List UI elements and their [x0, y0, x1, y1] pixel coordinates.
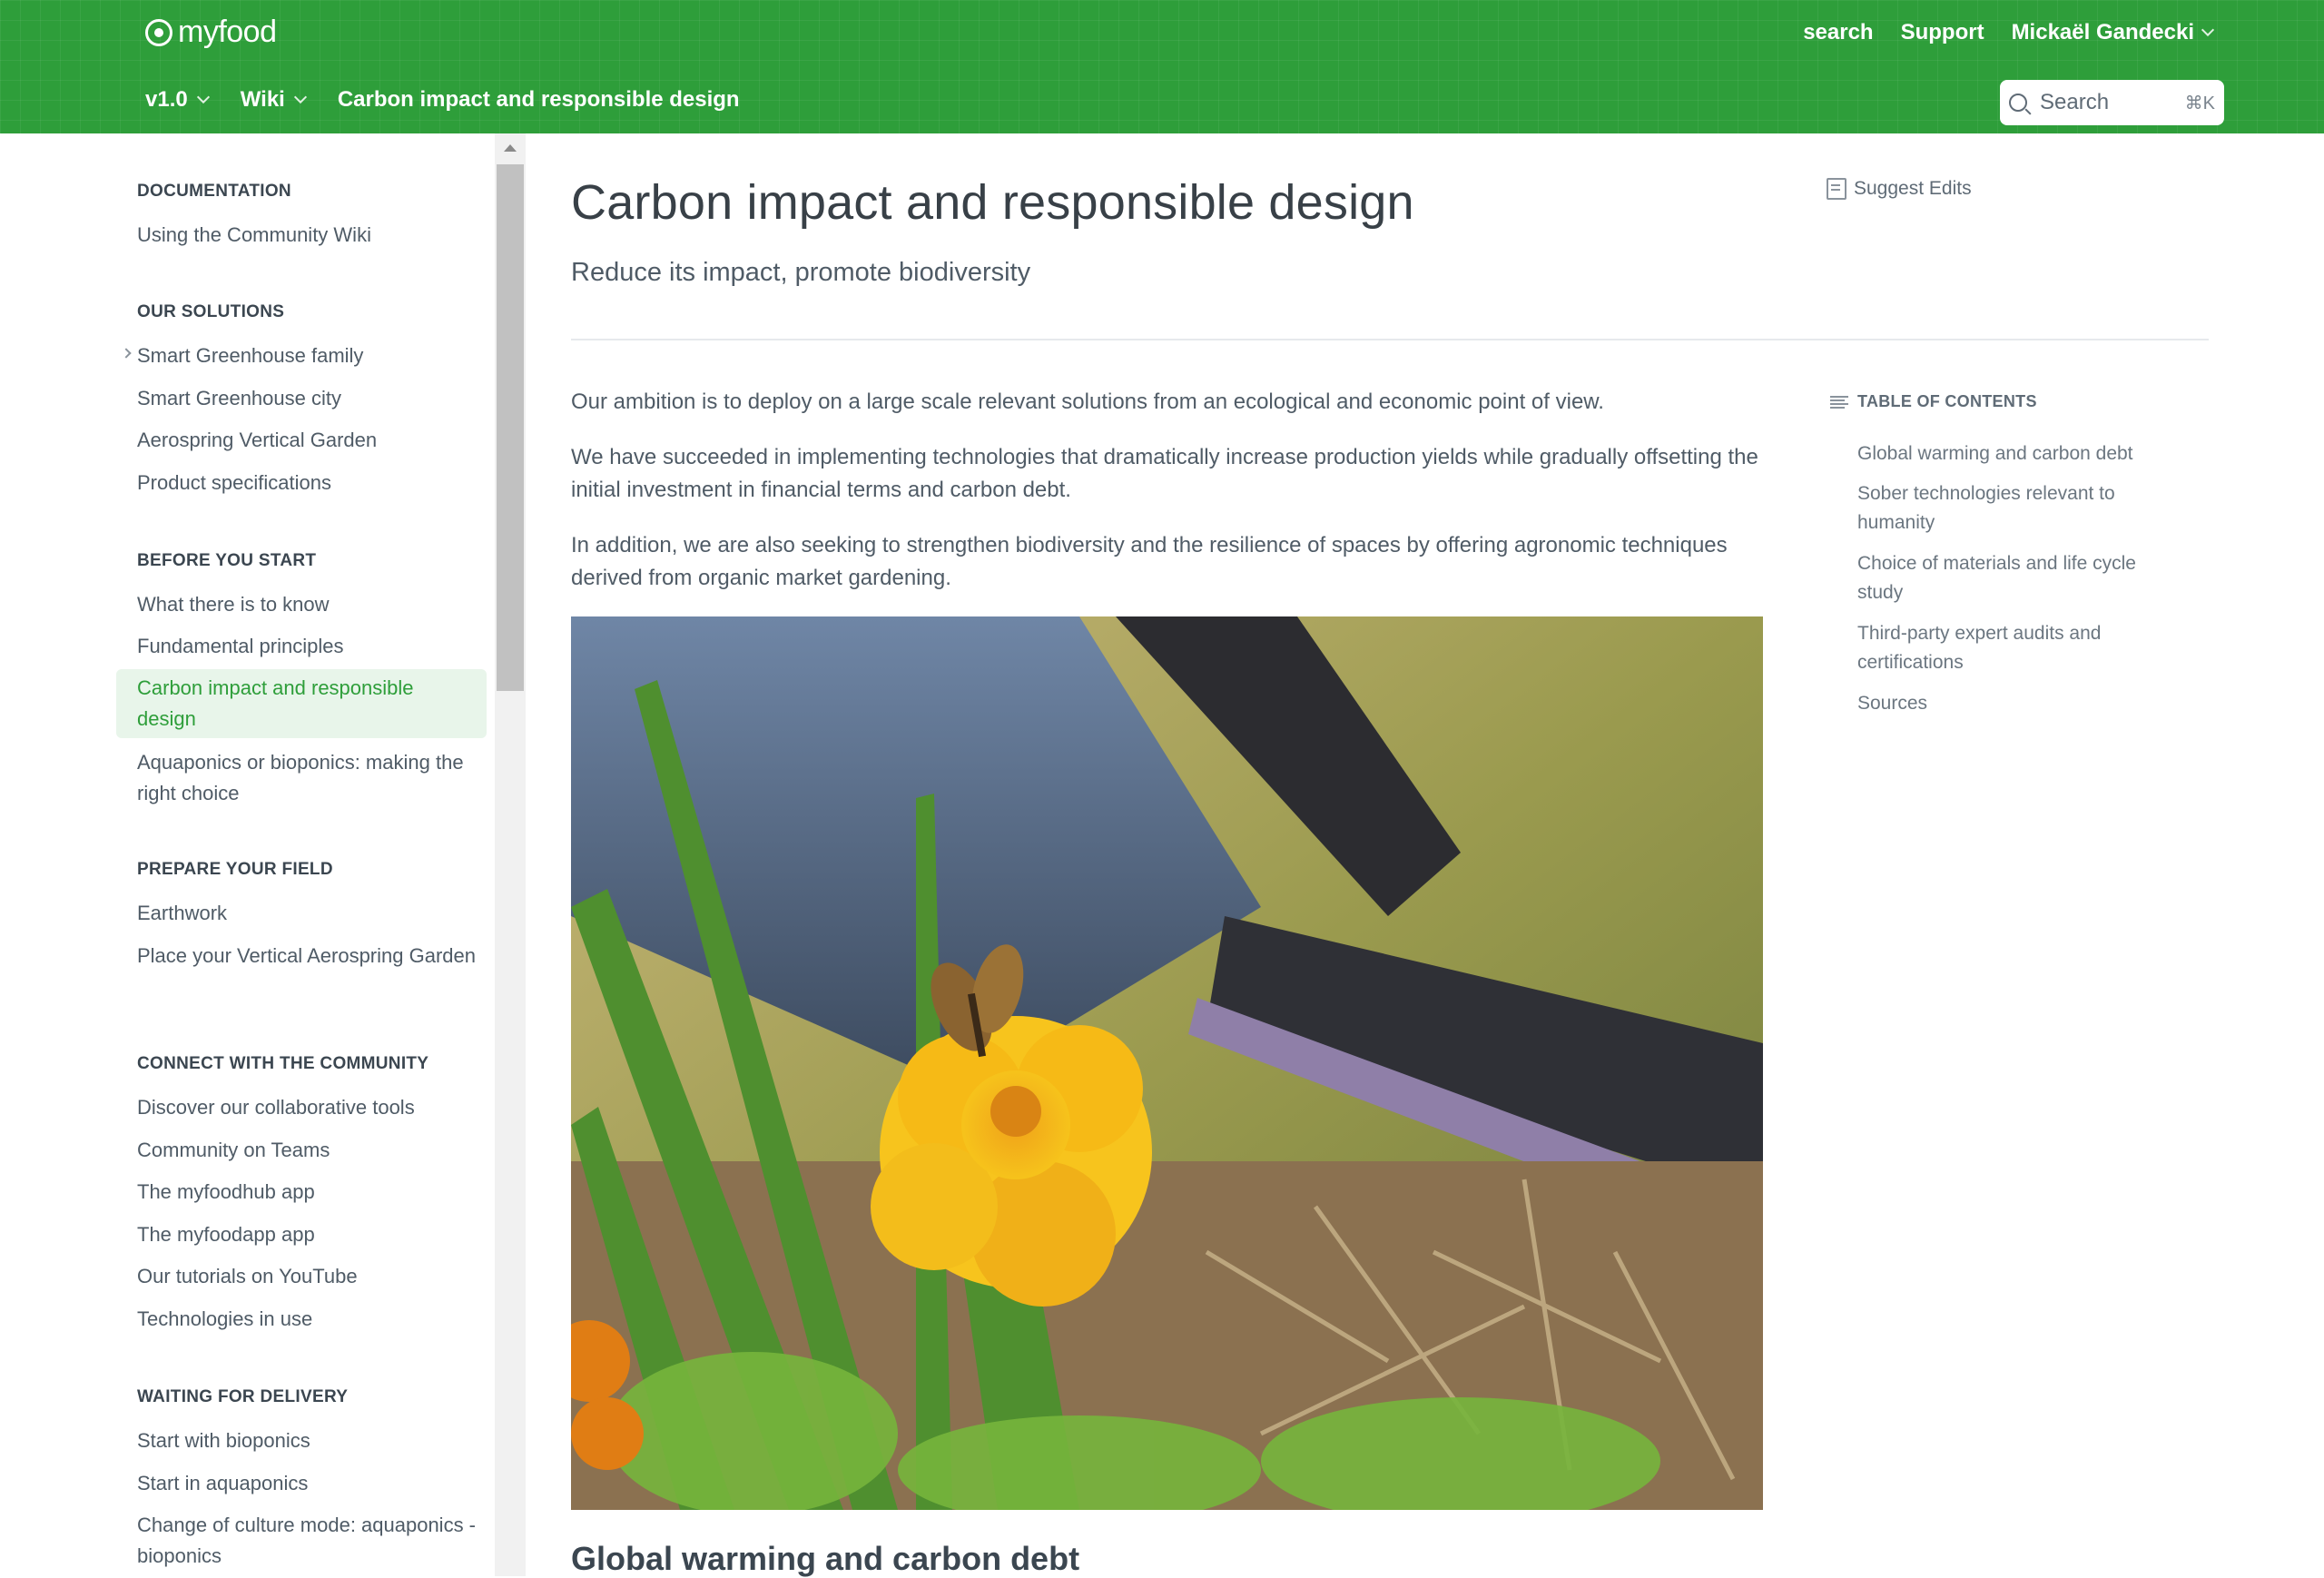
top-links: search Support Mickaël Gandecki — [1803, 20, 2215, 45]
edit-document-icon — [1827, 178, 1846, 200]
sidebar-section-title: BEFORE YOU START — [137, 551, 317, 570]
user-name: Mickaël Gandecki — [2011, 20, 2194, 44]
section-heading: Global warming and carbon debt — [571, 1540, 1080, 1577]
chevron-down-icon — [196, 90, 210, 104]
support-link[interactable]: Support — [1901, 20, 1984, 45]
sidebar-item-using-wiki[interactable]: Using the Community Wiki — [137, 220, 482, 251]
sidebar-item-start-bioponics[interactable]: Start with bioponics — [137, 1425, 482, 1456]
sidebar-section-title: DOCUMENTATION — [137, 182, 291, 201]
sidebar-section-title: OUR SOLUTIONS — [137, 302, 285, 321]
sidebar-scrollbar[interactable] — [495, 133, 526, 1576]
page-title: Carbon impact and responsible design — [571, 175, 1414, 230]
toc-title: TABLE OF CONTENTS — [1857, 392, 2037, 410]
top-header: myfood search Support Mickaël Gandecki v… — [0, 0, 2324, 133]
sidebar-section-title: WAITING FOR DELIVERY — [137, 1387, 349, 1406]
sidebar-item-smart-greenhouse-family[interactable]: Smart Greenhouse family — [137, 340, 482, 371]
toc-item[interactable]: Sober technologies relevant to humanity — [1857, 479, 2157, 538]
sidebar-section-title: PREPARE YOUR FIELD — [137, 860, 333, 879]
chevron-right-icon[interactable] — [121, 348, 132, 359]
page-subtitle: Reduce its impact, promote biodiversity — [571, 258, 1031, 287]
myfood-logo[interactable]: myfood — [145, 15, 277, 50]
chevron-down-icon — [2201, 23, 2215, 37]
sidebar-item-product-specs[interactable]: Product specifications — [137, 468, 482, 498]
sidebar-item-collab-tools[interactable]: Discover our collaborative tools — [137, 1092, 482, 1123]
sidebar-item-myfoodhub[interactable]: The myfoodhub app — [137, 1177, 482, 1208]
sidebar-item-youtube[interactable]: Our tutorials on YouTube — [137, 1261, 482, 1292]
search-shortcut: ⌘K — [2184, 93, 2215, 113]
sidebar-item-teams[interactable]: Community on Teams — [137, 1135, 482, 1166]
suggest-edits-button[interactable]: Suggest Edits — [1827, 178, 1972, 200]
scroll-up-arrow-icon[interactable] — [504, 144, 517, 152]
version-dropdown[interactable]: v1.0 — [145, 87, 210, 113]
sidebar-item-place-garden[interactable]: Place your Vertical Aerospring Garden — [137, 941, 482, 971]
sidebar-item-start-aquaponics[interactable]: Start in aquaponics — [137, 1468, 482, 1499]
list-icon — [1830, 395, 1848, 409]
version-label: v1.0 — [145, 87, 188, 112]
suggest-edits-label: Suggest Edits — [1854, 178, 1972, 199]
sidebar-item-earthwork[interactable]: Earthwork — [137, 898, 482, 929]
toc-heading: TABLE OF CONTENTS — [1830, 392, 2037, 411]
sidebar-item-what-to-know[interactable]: What there is to know — [137, 589, 482, 620]
sidebar-item-myfoodapp[interactable]: The myfoodapp app — [137, 1219, 482, 1250]
toc-item[interactable]: Global warming and carbon debt — [1857, 439, 2157, 468]
sub-navigation: v1.0 Wiki Carbon impact and responsible … — [145, 87, 740, 113]
paragraph: Our ambition is to deploy on a large sca… — [571, 390, 1604, 414]
sidebar-item-carbon-impact[interactable]: Carbon impact and responsible design — [116, 669, 487, 738]
sidebar-item-smart-greenhouse-city[interactable]: Smart Greenhouse city — [137, 383, 482, 414]
toc-item[interactable]: Third-party expert audits and certificat… — [1857, 619, 2157, 677]
sidebar-item-aquaponics-bioponics[interactable]: Aquaponics or bioponics: making the righ… — [137, 747, 482, 809]
wiki-label: Wiki — [240, 87, 285, 112]
paragraph: We have succeeded in implementing techno… — [571, 445, 1758, 502]
sidebar-item-technologies[interactable]: Technologies in use — [137, 1304, 482, 1335]
sidebar-section-title: CONNECT WITH THE COMMUNITY — [137, 1054, 429, 1073]
logo-text: myfood — [178, 15, 277, 49]
chevron-down-icon — [293, 90, 307, 104]
wiki-dropdown[interactable]: Wiki — [240, 87, 307, 113]
sidebar-item-change-culture[interactable]: Change of culture mode: aquaponics - bio… — [137, 1510, 482, 1572]
search-icon — [2009, 94, 2027, 112]
toc-item[interactable]: Choice of materials and life cycle study — [1857, 549, 2157, 607]
sidebar-item-aerospring[interactable]: Aerospring Vertical Garden — [137, 425, 482, 456]
search-input[interactable]: Search ⌘K — [2000, 80, 2224, 125]
myfood-logo-icon — [145, 18, 172, 46]
paragraph: In addition, we are also seeking to stre… — [571, 533, 1728, 590]
current-page-link[interactable]: Carbon impact and responsible design — [338, 87, 740, 113]
title-divider — [571, 339, 2209, 340]
scrollbar-thumb[interactable] — [497, 164, 524, 691]
search-placeholder: Search — [2040, 90, 2110, 114]
sidebar: DOCUMENTATION Using the Community Wiki O… — [0, 133, 495, 1576]
toc-item[interactable]: Sources — [1857, 689, 2157, 718]
search-link[interactable]: search — [1803, 20, 1873, 45]
user-menu[interactable]: Mickaël Gandecki — [2011, 20, 2215, 45]
sidebar-item-fundamental-principles[interactable]: Fundamental principles — [137, 631, 482, 662]
butterfly-marigold-photo — [571, 616, 1763, 1510]
